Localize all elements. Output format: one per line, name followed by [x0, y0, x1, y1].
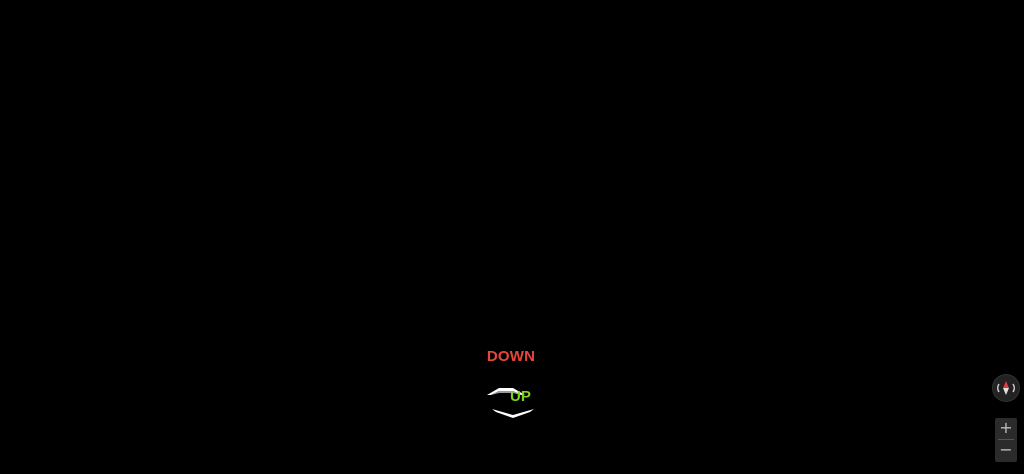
zoom-control: + − — [995, 418, 1017, 462]
navigation-control: DOWN UP — [476, 340, 548, 424]
street-view-viewport[interactable]: DOWN UP + − — [0, 0, 1024, 474]
zoom-out-button[interactable]: − — [995, 440, 1017, 461]
down-link-label[interactable]: DOWN — [476, 348, 546, 365]
compass-icon — [997, 381, 1015, 395]
chevron-down-icon[interactable] — [490, 407, 536, 419]
zoom-in-button[interactable]: + — [995, 418, 1017, 439]
up-link-label[interactable]: UP — [510, 388, 531, 405]
compass-button[interactable] — [993, 375, 1019, 401]
